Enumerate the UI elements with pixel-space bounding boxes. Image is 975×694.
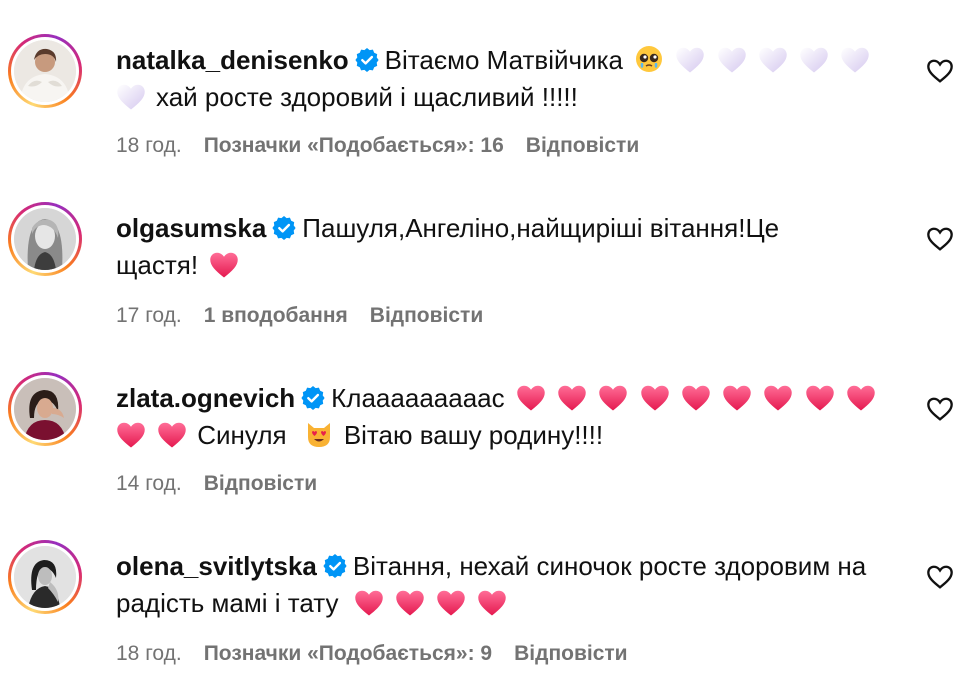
comment-text-main: Клааааааааас [331,383,505,413]
avatar-photo [14,208,76,270]
comment-username[interactable]: natalka_denisenko [116,45,349,75]
like-heart-icon[interactable] [926,396,954,422]
white-heart-icon [116,83,146,111]
verified-icon [272,216,296,240]
comment-meta: 18 год. Позначки «Подобається»: 9 Відповіс… [116,642,628,666]
verified-icon [355,48,379,72]
reply-button[interactable]: Відповісти [526,134,639,157]
pink-heart-icon [477,589,507,617]
comment-meta: 18 год. Позначки «Подобається»: 16 Відпові… [116,134,639,158]
like-heart-icon[interactable] [926,564,954,590]
pink-heart-icon [354,589,384,617]
avatar[interactable] [8,372,82,446]
pink-heart-icon [395,589,425,617]
pink-heart-icon [157,421,187,449]
likes-count-button[interactable]: Позначки «Подобається»: 9 [204,642,492,665]
pink-heart-icon [722,384,752,412]
comment-meta: 17 год. 1 вподобання Відповісти [116,304,483,328]
pink-heart-icon [116,421,146,449]
avatar[interactable] [8,202,82,276]
like-heart-icon[interactable] [926,226,954,252]
avatar[interactable] [8,34,82,108]
comment-text: olena_svitlytska Вітання, нехай синочок р… [116,548,906,622]
pink-heart-icon [557,384,587,412]
reply-button[interactable]: Відповісти [514,642,627,665]
comment-username[interactable]: zlata.ognevich [116,383,295,413]
likes-count-button[interactable]: Позначки «Подобається»: 16 [204,134,504,157]
heart-eyes-cat-icon [307,423,330,447]
white-heart-icon [840,46,870,74]
comment-timestamp[interactable]: 18 год. [116,642,182,665]
pink-heart-icon [846,384,876,412]
white-heart-icon [799,46,829,74]
comment-timestamp[interactable]: 14 год. [116,472,182,495]
comment-username[interactable]: olena_svitlytska [116,551,317,581]
pink-heart-icon [516,384,546,412]
comment-text: natalka_denisenko Вітаємо Матвійчика хай … [116,42,891,116]
likes-count-button[interactable]: 1 вподобання [204,304,348,327]
pink-heart-icon [436,589,466,617]
pink-heart-icon [681,384,711,412]
pink-heart-icon [598,384,628,412]
verified-icon [301,386,325,410]
pink-heart-icon [763,384,793,412]
comment-text: zlata.ognevich Клааааааааас Синуля Вітаю … [116,380,891,454]
verified-icon [323,554,347,578]
comment-timestamp[interactable]: 18 год. [116,134,182,157]
white-heart-icon [758,46,788,74]
avatar-photo [14,40,76,102]
comment-username[interactable]: olgasumska [116,213,266,243]
comment-text: olgasumska Пашуля,Ангеліно,найщиріші віта… [116,210,836,284]
reply-button[interactable]: Відповісти [370,304,483,327]
comment-text-continued: хай росте здоровий і щасливий !!!!! [156,82,578,112]
comment-item: olgasumska Пашуля,Ангеліно,найщиріші віта… [0,170,975,330]
avatar-photo [14,378,76,440]
comment-item: olena_svitlytska Вітання, нехай синочок р… [0,508,975,668]
avatar-photo [14,546,76,608]
pink-heart-icon [640,384,670,412]
comment-text-continued: Вітаю вашу родину!!!! [343,420,604,450]
pleading-face-icon [636,46,663,72]
pink-heart-icon [209,251,239,279]
comment-timestamp[interactable]: 17 год. [116,304,182,327]
white-heart-icon [675,46,705,74]
comment-text-mid: Синуля [197,420,287,450]
white-heart-icon [717,46,747,74]
comment-item: natalka_denisenko Вітаємо Матвійчика хай … [0,0,975,160]
reply-button[interactable]: Відповісти [204,472,317,495]
comment-item: zlata.ognevich Клааааааааас Синуля Вітаю … [0,340,975,500]
comment-text-main: Вітаємо Матвійчика [384,45,624,75]
avatar[interactable] [8,540,82,614]
comment-meta: 14 год. Відповісти [116,472,317,496]
pink-heart-icon [805,384,835,412]
like-heart-icon[interactable] [926,58,954,84]
